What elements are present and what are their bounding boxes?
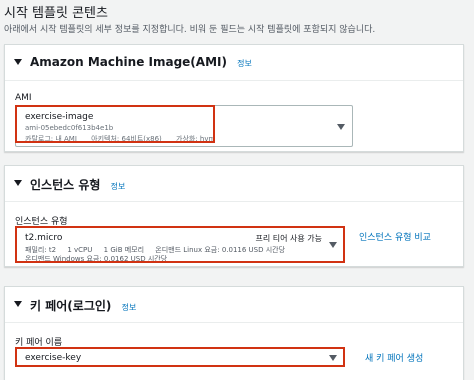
- instance-type-panel-title-text: 인스턴스 유형: [30, 178, 101, 192]
- instance-type-panel-header[interactable]: 인스턴스 유형 정보: [5, 166, 463, 202]
- key-pair-panel-title: 키 페어(로그인) 정보: [30, 297, 136, 314]
- key-pair-panel: 키 페어(로그인) 정보 키 페어 이름 exercise-key 새 키 페어…: [4, 286, 464, 380]
- ami-field-label: AMI: [15, 93, 32, 103]
- page-description: 아래에서 시작 템플릿의 세부 정보를 지정합니다. 비워 둔 필드는 시작 템…: [4, 25, 376, 35]
- key-pair-panel-title-text: 키 페어(로그인): [30, 299, 112, 313]
- ami-highlight: [15, 105, 215, 143]
- instance-type-panel-title: 인스턴스 유형 정보: [30, 176, 125, 193]
- ami-panel-title-text: Amazon Machine Image(AMI): [30, 55, 227, 69]
- ami-info-link[interactable]: 정보: [237, 59, 252, 68]
- ami-panel: Amazon Machine Image(AMI) 정보 AMI exercis…: [4, 44, 464, 152]
- ami-panel-header[interactable]: Amazon Machine Image(AMI) 정보: [5, 45, 463, 81]
- page-title: 시작 템플릿 콘텐츠: [4, 6, 108, 21]
- create-key-pair-label[interactable]: 새 키 페어 생성: [365, 354, 423, 364]
- key-pair-info-link[interactable]: 정보: [122, 303, 137, 312]
- key-pair-panel-header[interactable]: 키 페어(로그인) 정보: [5, 287, 463, 323]
- key-pair-highlight: [15, 347, 345, 367]
- instance-type-info-link[interactable]: 정보: [111, 182, 126, 191]
- ami-panel-title: Amazon Machine Image(AMI) 정보: [30, 55, 252, 69]
- compare-instance-types-link[interactable]: 인스턴스 유형 비교: [359, 230, 431, 243]
- caret-down-icon[interactable]: [14, 180, 22, 186]
- dropdown-arrow-icon[interactable]: [337, 124, 345, 130]
- caret-down-icon[interactable]: [14, 301, 22, 307]
- caret-down-icon[interactable]: [14, 59, 22, 65]
- create-key-pair-link[interactable]: 새 키 페어 생성: [365, 351, 423, 364]
- instance-type-highlight: [15, 226, 345, 263]
- instance-type-panel: 인스턴스 유형 정보 인스턴스 유형 t2.micro 프리 티어 사용 가능 …: [4, 165, 464, 267]
